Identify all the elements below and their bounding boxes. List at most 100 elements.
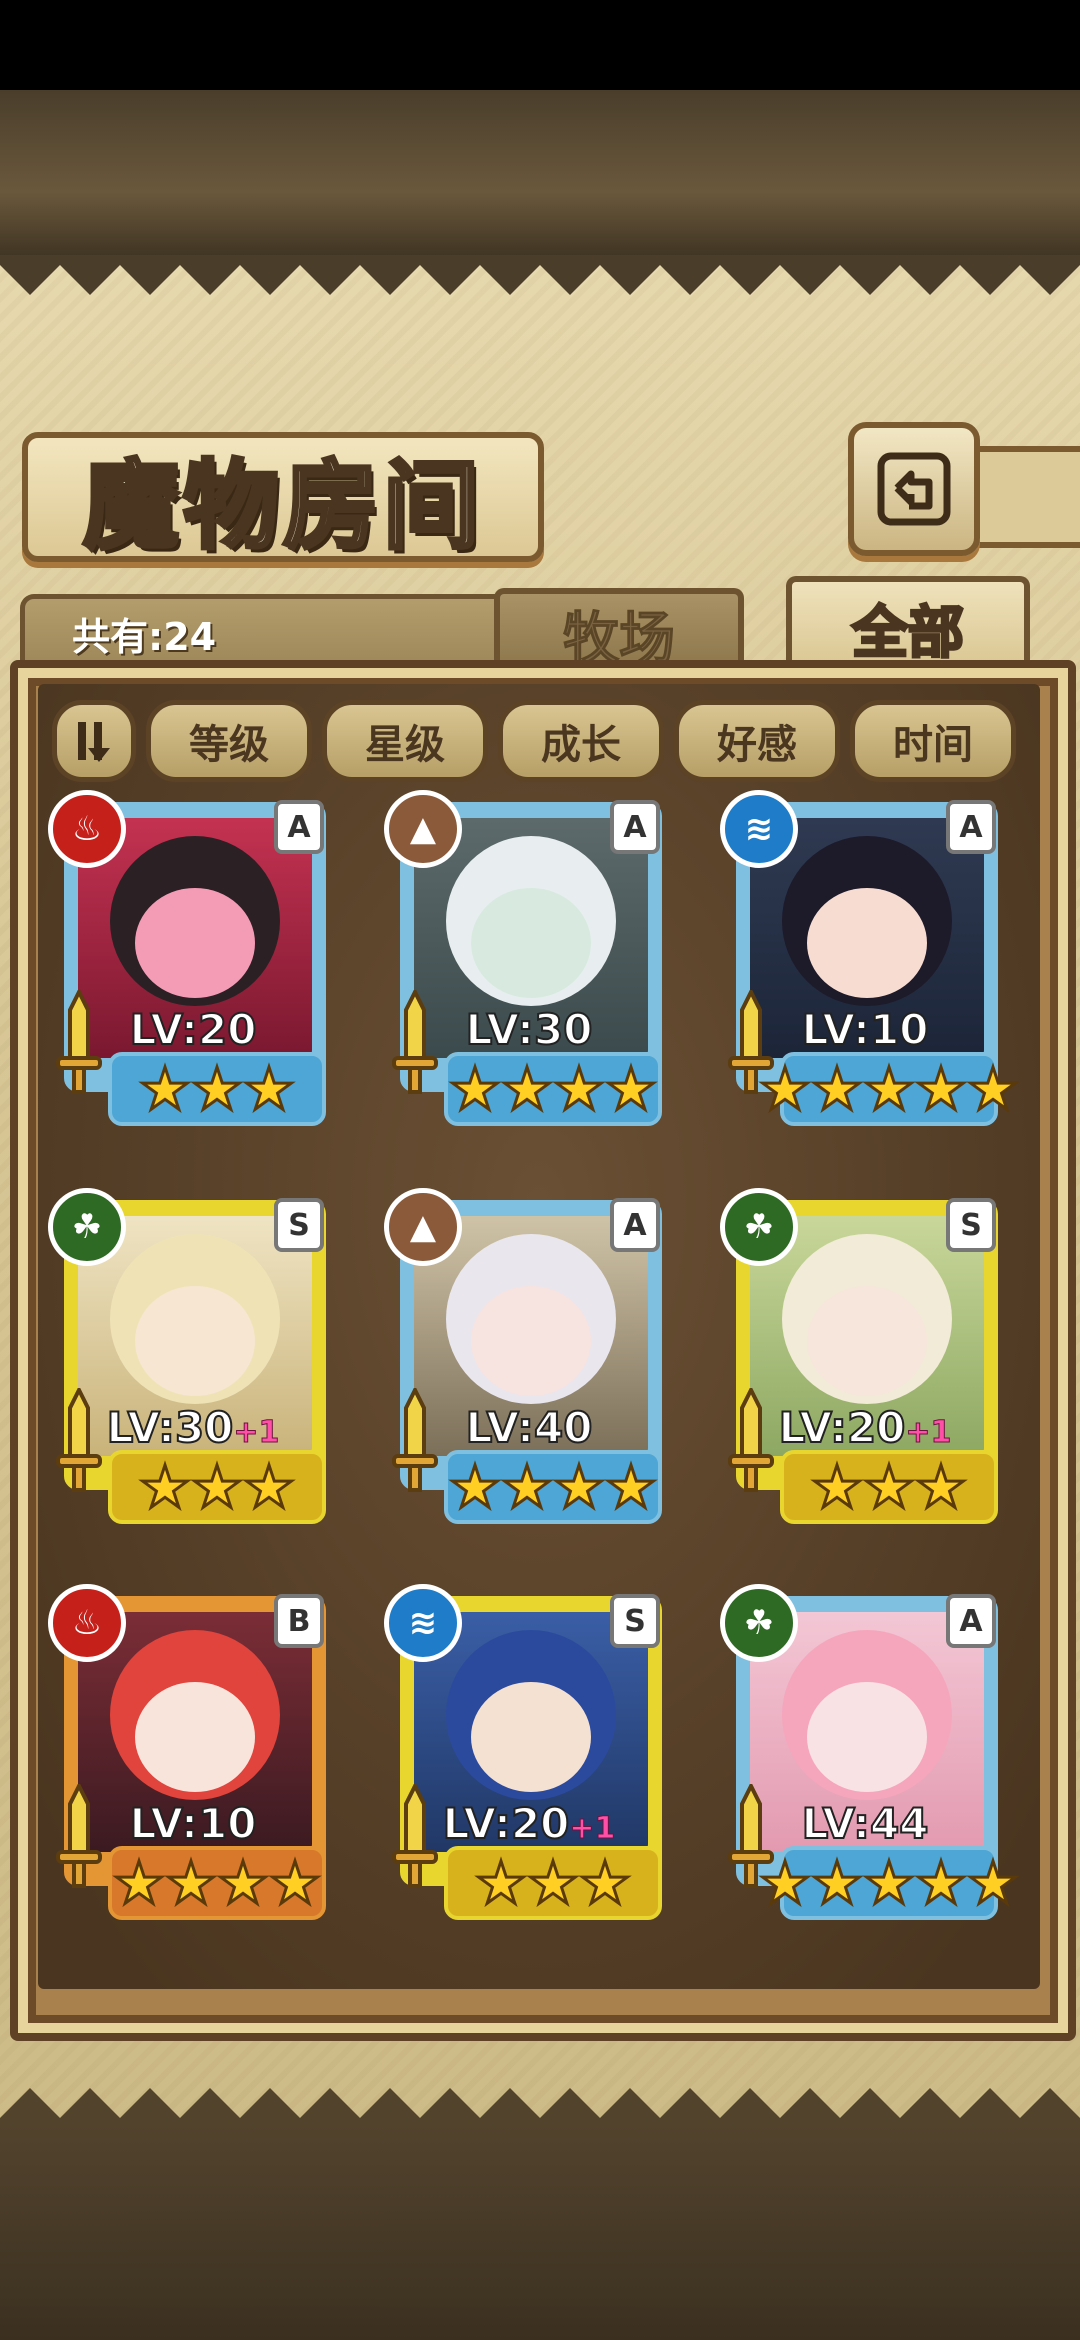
level-text: LV:10 [129,1798,258,1849]
water-element-icon: ≋ [384,1584,462,1662]
star-icon: ★ [190,1453,245,1521]
star-icon: ★ [164,1849,219,1917]
rank-badge: S [610,1594,660,1648]
star-icon: ★ [810,1453,865,1521]
monster-level: LV:10 [720,1004,1010,1055]
zigzag-border-top [0,255,1080,295]
filter-affection-button[interactable]: 好感 [674,700,840,782]
filter-time-button[interactable]: 时间 [850,700,1016,782]
level-text: LV:40 [465,1402,594,1453]
level-bonus: +1 [233,1415,280,1451]
sort-toggle-icon [78,722,110,762]
star-icon: ★ [190,1055,245,1123]
rank-badge: S [946,1198,996,1252]
star-rating: ★ ★ ★ [780,1450,998,1524]
filter-growth-button[interactable]: 成长 [498,700,664,782]
star-icon: ★ [966,1055,1021,1123]
star-icon: ★ [914,1453,969,1521]
map-background-bottom [0,2125,1080,2340]
star-icon: ★ [526,1849,581,1917]
sort-order-button[interactable] [52,700,136,782]
level-text: LV:20 [778,1402,907,1453]
star-icon: ★ [500,1453,555,1521]
level-text: LV:44 [801,1798,930,1849]
level-text: LV:10 [801,1004,930,1055]
monster-count: 共有:24 [72,615,217,659]
monster-level: LV:44 [720,1798,1010,1849]
earth-element-icon: ▲ [384,790,462,868]
filter-star-button[interactable]: 星级 [322,700,488,782]
monster-card[interactable]: A ≋ LV:10 ★ ★ ★ ★ ★ [720,790,1021,1126]
star-icon: ★ [966,1849,1021,1917]
rank-badge: A [274,800,324,854]
monster-card[interactable]: A ♨ LV:20 ★ ★ ★ [48,790,338,1126]
star-icon: ★ [578,1849,633,1917]
title-plate: 魔物房间 [22,432,544,564]
status-bar [0,0,1080,90]
star-rating: ★ ★ ★ ★ ★ [758,1846,1021,1920]
monster-face [135,1286,255,1396]
monster-level: LV:30+1 [48,1402,338,1453]
monster-card[interactable]: A ▲ LV:40 ★ ★ ★ ★ [384,1188,674,1524]
star-icon: ★ [268,1849,323,1917]
rank-badge: S [274,1198,324,1252]
rank-badge: B [274,1594,324,1648]
monster-face [471,1286,591,1396]
monster-face [471,888,591,998]
filter-level-button[interactable]: 等级 [146,700,312,782]
star-rating: ★ ★ ★ ★ [108,1846,326,1920]
level-bonus: +1 [905,1415,952,1451]
star-icon: ★ [448,1055,503,1123]
rank-badge: A [610,800,660,854]
earth-element-icon: ▲ [384,1188,462,1266]
star-icon: ★ [810,1849,865,1917]
star-icon: ★ [552,1453,607,1521]
star-icon: ★ [242,1055,297,1123]
star-icon: ★ [474,1849,529,1917]
star-icon: ★ [914,1849,969,1917]
star-icon: ★ [216,1849,271,1917]
star-rating: ★ ★ ★ [108,1450,326,1524]
rank-badge: A [946,1594,996,1648]
star-icon: ★ [914,1055,969,1123]
level-text: LV:20 [442,1798,571,1849]
star-rating: ★ ★ ★ ★ ★ [758,1052,1021,1126]
star-icon: ★ [604,1055,659,1123]
zigzag-border-bottom [0,2088,1080,2128]
star-icon: ★ [810,1055,865,1123]
rank-badge: A [610,1198,660,1252]
monster-face [807,1682,927,1792]
star-icon: ★ [500,1055,555,1123]
star-icon: ★ [138,1055,193,1123]
star-icon: ★ [552,1055,607,1123]
level-text: LV:20 [129,1004,258,1055]
level-text: LV:30 [465,1004,594,1055]
monster-face [135,888,255,998]
nature-element-icon: ☘ [720,1584,798,1662]
monster-level: LV:20+1 [720,1402,1010,1453]
monster-card[interactable]: A ▲ LV:30 ★ ★ ★ ★ [384,790,674,1126]
monster-level: LV:10 [48,1798,338,1849]
star-icon: ★ [242,1453,297,1521]
back-button[interactable] [848,422,980,556]
star-rating: ★ ★ ★ ★ [444,1450,662,1524]
water-element-icon: ≋ [720,790,798,868]
map-background-top [0,90,1080,260]
star-icon: ★ [862,1055,917,1123]
fire-element-icon: ♨ [48,1584,126,1662]
monster-card[interactable]: S ≋ LV:20+1 ★ ★ ★ [384,1584,674,1920]
monster-card[interactable]: B ♨ LV:10 ★ ★ ★ ★ [48,1584,338,1920]
star-icon: ★ [862,1453,917,1521]
star-icon: ★ [758,1055,813,1123]
monster-card[interactable]: S ☘ LV:30+1 ★ ★ ★ [48,1188,338,1524]
monster-card[interactable]: S ☘ LV:20+1 ★ ★ ★ [720,1188,1010,1524]
monster-level: LV:20 [48,1004,338,1055]
page-title: 魔物房间 [81,447,483,564]
star-icon: ★ [604,1453,659,1521]
monster-face [807,888,927,998]
monster-level: LV:20+1 [384,1798,674,1849]
return-arrow-icon [877,452,951,526]
monster-card[interactable]: A ☘ LV:44 ★ ★ ★ ★ ★ [720,1584,1021,1920]
monster-level: LV:30 [384,1004,674,1055]
fire-element-icon: ♨ [48,790,126,868]
